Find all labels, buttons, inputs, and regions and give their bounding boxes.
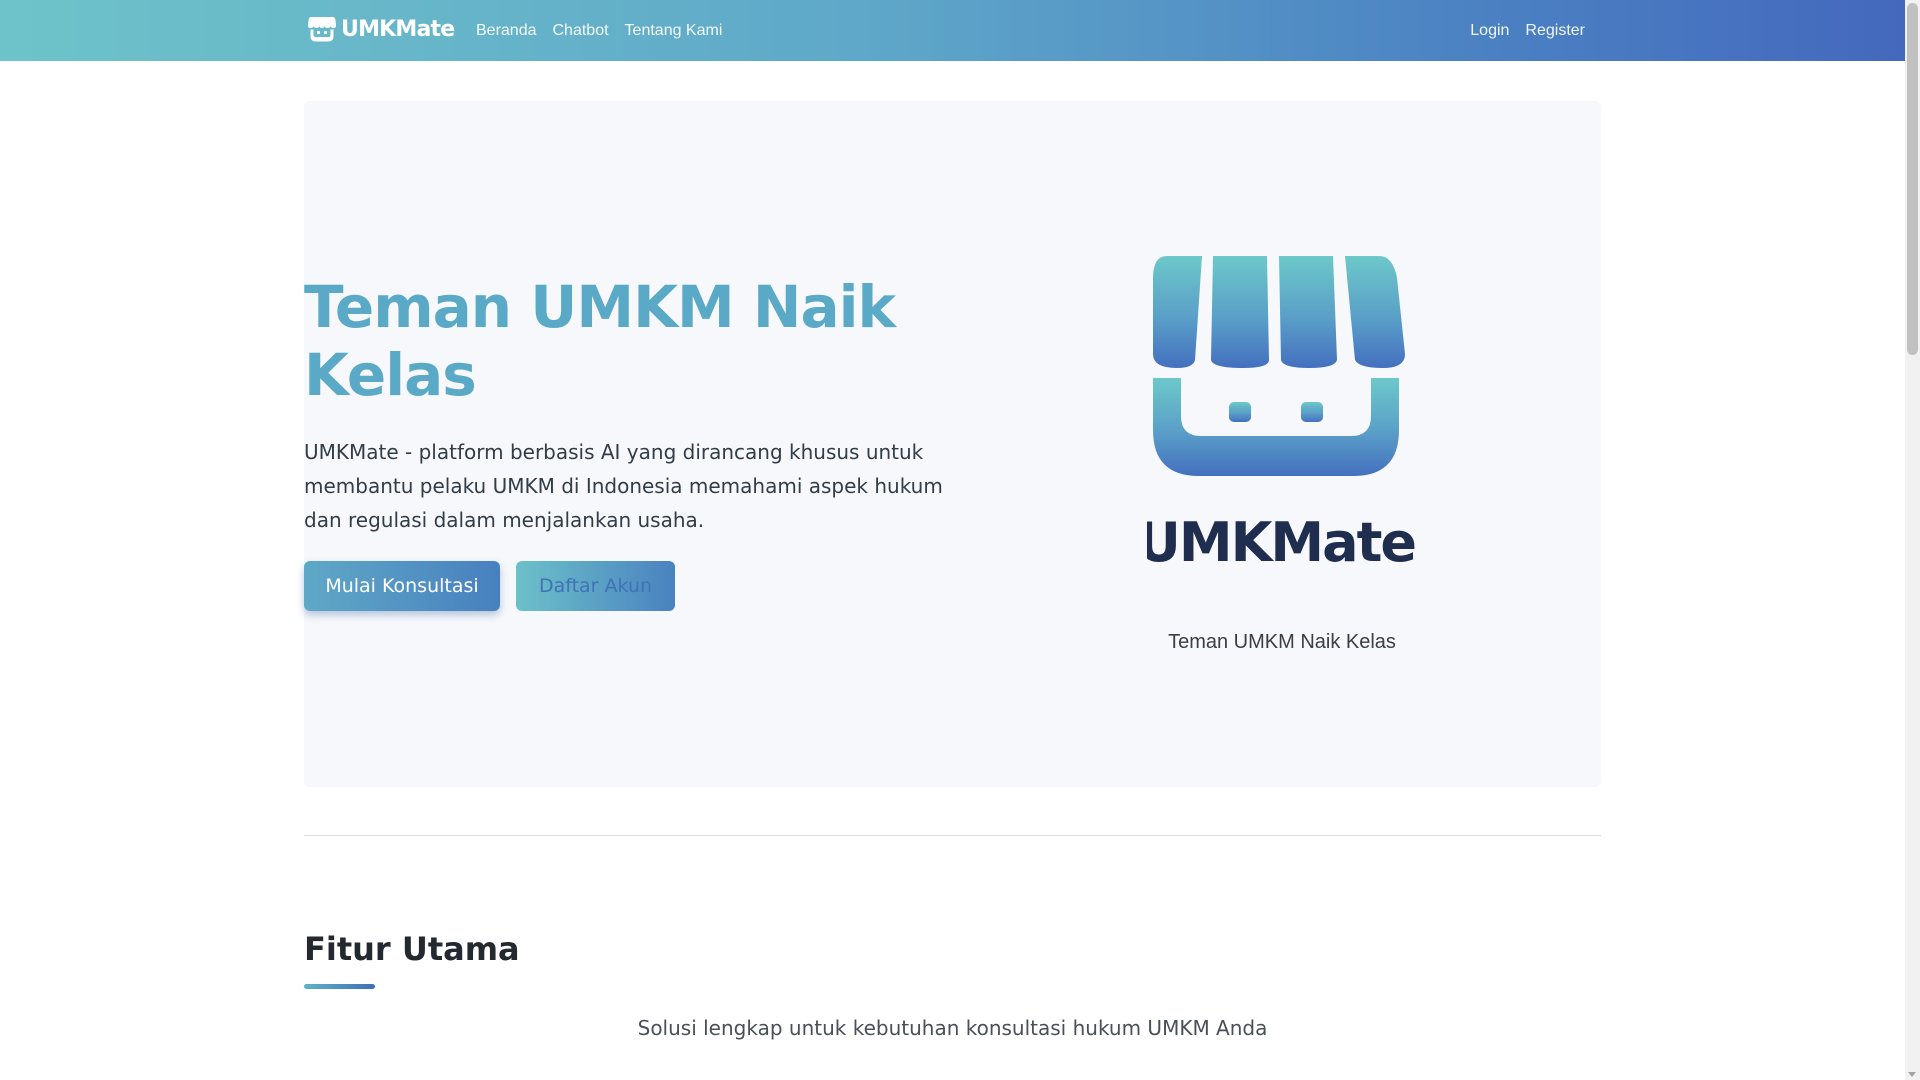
features-subtitle: Solusi lengkap untuk kebutuhan konsultas… [637, 1016, 1268, 1040]
hero-description: UMKMate - platform berbasis AI yang dira… [304, 440, 943, 532]
features-title: Fitur Utama [304, 930, 520, 968]
storefront-icon [1153, 256, 1405, 476]
nav-link-chatbot[interactable]: Chatbot [545, 0, 617, 61]
section-divider [304, 835, 1601, 836]
features-title-underline [304, 984, 375, 989]
navbar: UMKMate Beranda Chatbot Tentang Kami Log… [0, 0, 1905, 61]
nav-link-beranda[interactable]: Beranda [468, 0, 545, 61]
start-consultation-button[interactable]: Mulai Konsultasi [304, 561, 500, 611]
brand-logo[interactable]: UMKMate [308, 16, 455, 42]
scroll-down-arrow-icon[interactable] [1908, 1072, 1916, 1077]
register-account-button[interactable]: Daftar Akun [516, 561, 675, 611]
hero-title: Teman UMKM Naik Kelas [304, 273, 896, 409]
scrollbar[interactable] [1905, 0, 1920, 1080]
nav-links: Beranda Chatbot Tentang Kami [468, 0, 730, 61]
storefront-icon [308, 17, 336, 42]
logo-wordmark: UMKMate [1147, 511, 1415, 566]
umkmate-logo: UMKMate [1147, 256, 1417, 566]
brand-name: UMKMate [341, 16, 455, 42]
scrollbar-thumb[interactable] [1907, 3, 1918, 355]
register-link[interactable]: Register [1517, 0, 1593, 61]
login-link[interactable]: Login [1462, 0, 1517, 61]
nav-auth-links: Login Register [1462, 0, 1593, 61]
hero-section: Teman UMKM Naik Kelas UMKMate - platform… [304, 101, 1601, 787]
nav-link-tentang-kami[interactable]: Tentang Kami [617, 0, 731, 61]
hero-tagline: Teman UMKM Naik Kelas [1168, 631, 1396, 653]
